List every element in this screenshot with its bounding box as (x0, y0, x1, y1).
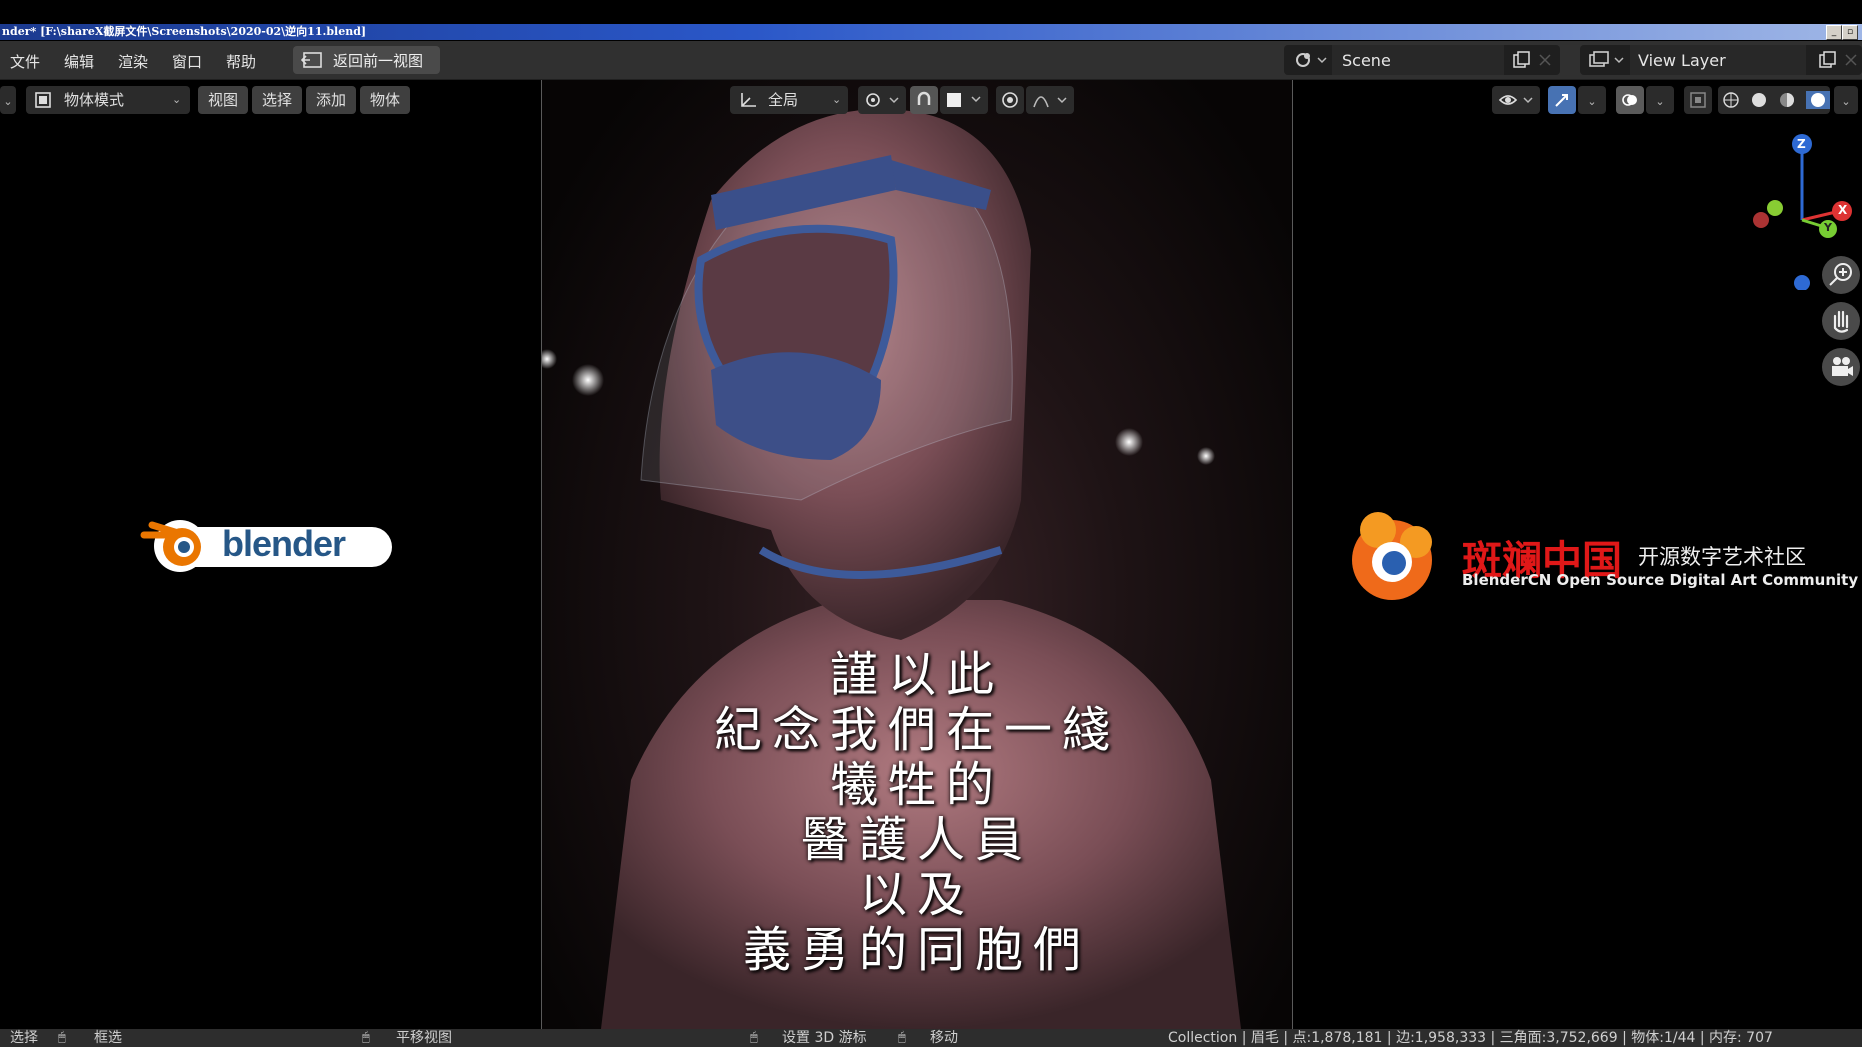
falloff-dropdown[interactable] (1026, 86, 1074, 114)
gizmo-icon (1555, 94, 1568, 107)
editor-type-dropdown[interactable]: ⌄ (0, 86, 16, 114)
snap-increment-icon (947, 93, 981, 107)
shading-icons (1723, 91, 1830, 109)
mode-dropdown[interactable]: 物体模式 ⌄ (26, 86, 190, 114)
status-set-cursor: 设置 3D 游标 (782, 1030, 867, 1046)
menu-view[interactable]: 视图 (198, 86, 248, 114)
orientation-label: 全局 (768, 91, 799, 109)
gizmo-dropdown[interactable]: ⌄ (1578, 86, 1606, 114)
scene-icon (1296, 53, 1327, 67)
mouse-middle-icon: 🖱 (362, 1030, 370, 1045)
blender-logo: blender (138, 513, 394, 575)
view-layer-name: View Layer (1638, 51, 1726, 70)
shading-dropdown[interactable]: ⌄ (1834, 86, 1858, 114)
overlay-dropdown[interactable]: ⌄ (1646, 86, 1674, 114)
visibility-dropdown[interactable] (1492, 86, 1540, 114)
blender-logo-text: blender (222, 523, 346, 564)
status-select: 选择 (10, 1030, 38, 1046)
mouse-left-icon: 🖱 (58, 1030, 66, 1045)
status-box-select: 框选 (94, 1030, 122, 1046)
overlay-icon (1622, 94, 1637, 106)
xray-toggle[interactable] (1684, 86, 1712, 114)
camera-icon (1832, 357, 1853, 376)
blendercn-subtitle: BlenderCN Open Source Digital Art Commun… (1462, 571, 1859, 589)
shading-modes (1718, 86, 1830, 114)
axis-x-label: X (1838, 203, 1848, 217)
subtitle-line-6: 義勇的同胞們 (742, 922, 1091, 978)
new-view-layer-icon[interactable] (1818, 51, 1838, 69)
new-scene-icon[interactable] (1512, 51, 1532, 69)
magnet-icon (917, 91, 931, 105)
blendercn-title: 开源数字艺术社区 (1638, 545, 1806, 569)
eye-icon (1498, 95, 1533, 105)
pivot-point-dropdown[interactable] (858, 86, 906, 114)
xray-icon (1690, 92, 1706, 108)
proportional-editing-toggle[interactable] (996, 86, 1024, 114)
view-layer-icon (1589, 51, 1624, 67)
transform-orientation-dropdown[interactable]: 全局 ⌄ (730, 86, 848, 114)
status-bar: 选择 🖱 框选 🖱 平移视图 🖱 设置 3D 游标 🖱 移动 Collectio… (0, 1029, 1862, 1047)
mouse-right-icon: 🖱 (750, 1030, 758, 1045)
hand-icon (1833, 310, 1849, 333)
pivot-icon (866, 93, 899, 107)
menu-window[interactable]: 窗口 (172, 51, 202, 72)
back-button-label: 返回前一视图 (333, 51, 424, 70)
window-title: nder* [F:\shareX截屏文件\Screenshots\2020-02… (2, 25, 367, 38)
3d-viewport[interactable]: blender 斑斓中国 开源数字艺术社区 BlenderCN Open Sou… (0, 80, 1862, 1029)
status-pan-view: 平移视图 (396, 1030, 452, 1046)
menu-help[interactable]: 帮助 (226, 51, 256, 72)
blendercn-logo-mark (1352, 512, 1432, 600)
gizmo-toggle[interactable] (1548, 86, 1576, 114)
viewport-header: ⌄ 物体模式 ⌄ 视图 选择 添加 物体 全局 ⌄ ⌄ ⌄ ⌄ (0, 80, 1862, 122)
axis-y-label: Y (1824, 221, 1832, 234)
snap-toggle[interactable] (910, 86, 938, 114)
restore-button[interactable]: ▫ (1842, 25, 1858, 40)
axis-z-label: Z (1797, 137, 1806, 151)
orientation-icon (741, 93, 756, 107)
chevron-down-icon: ⌄ (172, 93, 182, 106)
proportional-edit-icon (1002, 92, 1018, 108)
back-to-previous-button[interactable]: 返回前一视图 (293, 46, 440, 74)
menu-edit[interactable]: 编辑 (64, 51, 94, 72)
menu-object[interactable]: 物体 (360, 86, 410, 114)
menu-select[interactable]: 选择 (252, 86, 302, 114)
falloff-icon (1033, 96, 1067, 108)
zoom-icon (1829, 263, 1852, 286)
view-layer-selector[interactable]: View Layer (1580, 45, 1862, 75)
menu-add[interactable]: 添加 (306, 86, 356, 114)
blendercn-logo: 斑斓中国 开源数字艺术社区 BlenderCN Open Source Digi… (1338, 508, 1862, 618)
overlay-toggle[interactable] (1616, 86, 1644, 114)
chevron-down-icon: ⌄ (832, 93, 842, 106)
camera-view-button[interactable] (1822, 348, 1860, 386)
status-move: 移动 (930, 1030, 958, 1046)
object-mode-icon (35, 92, 51, 108)
menu-file[interactable]: 文件 (10, 51, 40, 72)
remove-view-layer-icon[interactable] (1844, 53, 1858, 67)
top-menubar: 文件 编辑 渲染 窗口 帮助 返回前一视图 Scene View Layer (0, 41, 1862, 80)
window-titlebar: nder* [F:\shareX截屏文件\Screenshots\2020-02… (0, 0, 1862, 40)
pan-button[interactable] (1822, 302, 1860, 340)
back-icon (301, 52, 322, 68)
mode-label: 物体模式 (64, 91, 125, 109)
remove-scene-icon[interactable] (1538, 53, 1552, 67)
menu-render[interactable]: 渲染 (118, 51, 148, 72)
scene-name: Scene (1342, 51, 1391, 70)
snap-target-dropdown[interactable] (940, 86, 988, 114)
mouse-drag-icon: 🖱 (898, 1030, 906, 1045)
scene-selector[interactable]: Scene (1284, 45, 1560, 75)
zoom-button[interactable] (1822, 256, 1860, 294)
minimize-button[interactable]: _ (1826, 25, 1842, 40)
scene-statistics: Collection | 眉毛 | 点:1,878,181 | 边:1,958,… (1168, 1030, 1773, 1046)
